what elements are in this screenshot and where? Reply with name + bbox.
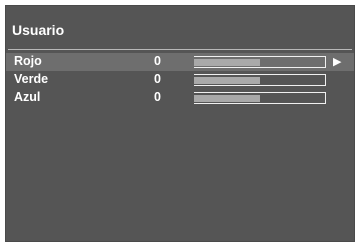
menu-item-azul[interactable]: Azul 0 — [6, 89, 354, 107]
level-bar-fill — [194, 59, 260, 66]
level-bar[interactable] — [194, 56, 326, 68]
user-color-menu: Usuario Rojo 0 ▶ Verde 0 Azul 0 — [5, 5, 355, 242]
play-icon: ▶ — [333, 56, 342, 68]
menu-item-label: Verde — [14, 72, 49, 86]
menu-item-verde[interactable]: Verde 0 — [6, 71, 354, 89]
menu-item-value: 0 — [154, 54, 161, 68]
menu-item-value: 0 — [154, 90, 161, 104]
title-separator — [8, 49, 352, 50]
level-bar[interactable] — [194, 74, 326, 86]
level-bar-fill — [194, 77, 260, 84]
level-bar-fill — [194, 95, 260, 102]
menu-item-value: 0 — [154, 72, 161, 86]
menu-item-rojo[interactable]: Rojo 0 ▶ — [6, 53, 354, 71]
menu-item-label: Azul — [14, 90, 41, 104]
menu-item-label: Rojo — [14, 54, 42, 68]
menu-title: Usuario — [12, 22, 65, 38]
level-bar[interactable] — [194, 92, 326, 104]
